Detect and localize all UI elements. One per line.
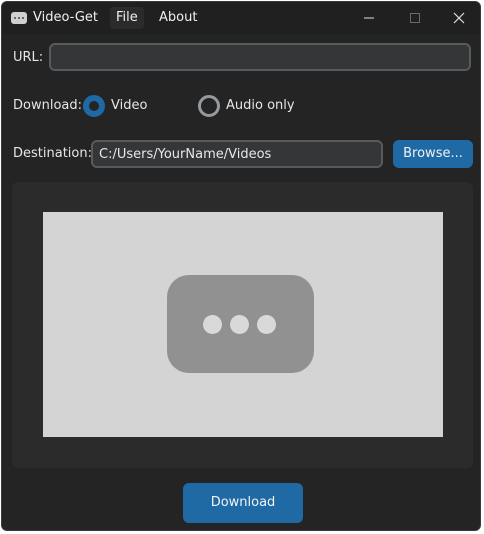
browse-button[interactable]: Browse... [393,140,473,168]
app-window-icon [11,12,27,24]
video-radio-label[interactable]: Video [111,98,147,113]
video-placeholder-icon [167,275,314,373]
minimize-button[interactable] [346,2,392,34]
thumbnail-placeholder [43,212,443,437]
destination-input[interactable] [91,140,383,168]
maximize-icon [410,13,420,23]
audio-only-radio-label[interactable]: Audio only [226,98,295,113]
destination-label: Destination: [13,146,92,161]
close-icon [453,12,465,24]
video-radio[interactable] [83,95,105,117]
preview-frame [12,182,473,468]
download-button[interactable]: Download [183,483,303,523]
download-type-label: Download: [13,98,82,113]
menu-about[interactable]: About [153,7,203,29]
audio-only-radio[interactable] [198,95,220,117]
minimize-icon [364,17,374,19]
window-title: Video-Get [33,10,98,25]
url-label: URL: [13,50,44,65]
close-button[interactable] [436,2,480,34]
maximize-button[interactable] [392,2,438,34]
menu-file[interactable]: File [110,7,144,29]
title-bar[interactable]: Video-Get File About [2,2,480,34]
url-input[interactable] [49,43,471,71]
app-window: Video-Get File About URL: Download: Vide… [1,1,481,531]
